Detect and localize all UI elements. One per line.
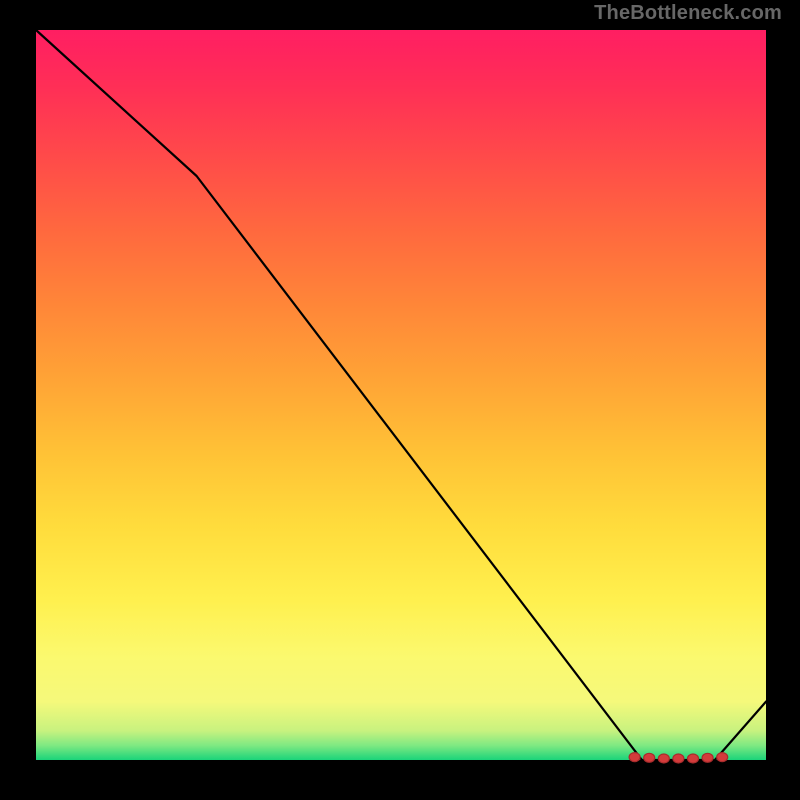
marker-dot	[673, 754, 684, 763]
marker-dot	[717, 753, 728, 762]
chart-svg	[36, 30, 766, 760]
marker-dot	[688, 754, 699, 763]
marker-dot	[644, 753, 655, 762]
marker-dot	[629, 753, 640, 762]
marker-dot	[658, 754, 669, 763]
curve-path	[36, 30, 766, 760]
marker-dot	[702, 753, 713, 762]
marker-layer	[629, 753, 728, 763]
chart-canvas: TheBottleneck.com	[0, 0, 800, 800]
plot-area	[36, 30, 766, 760]
attribution-text: TheBottleneck.com	[594, 2, 782, 25]
curve-layer	[36, 30, 766, 760]
